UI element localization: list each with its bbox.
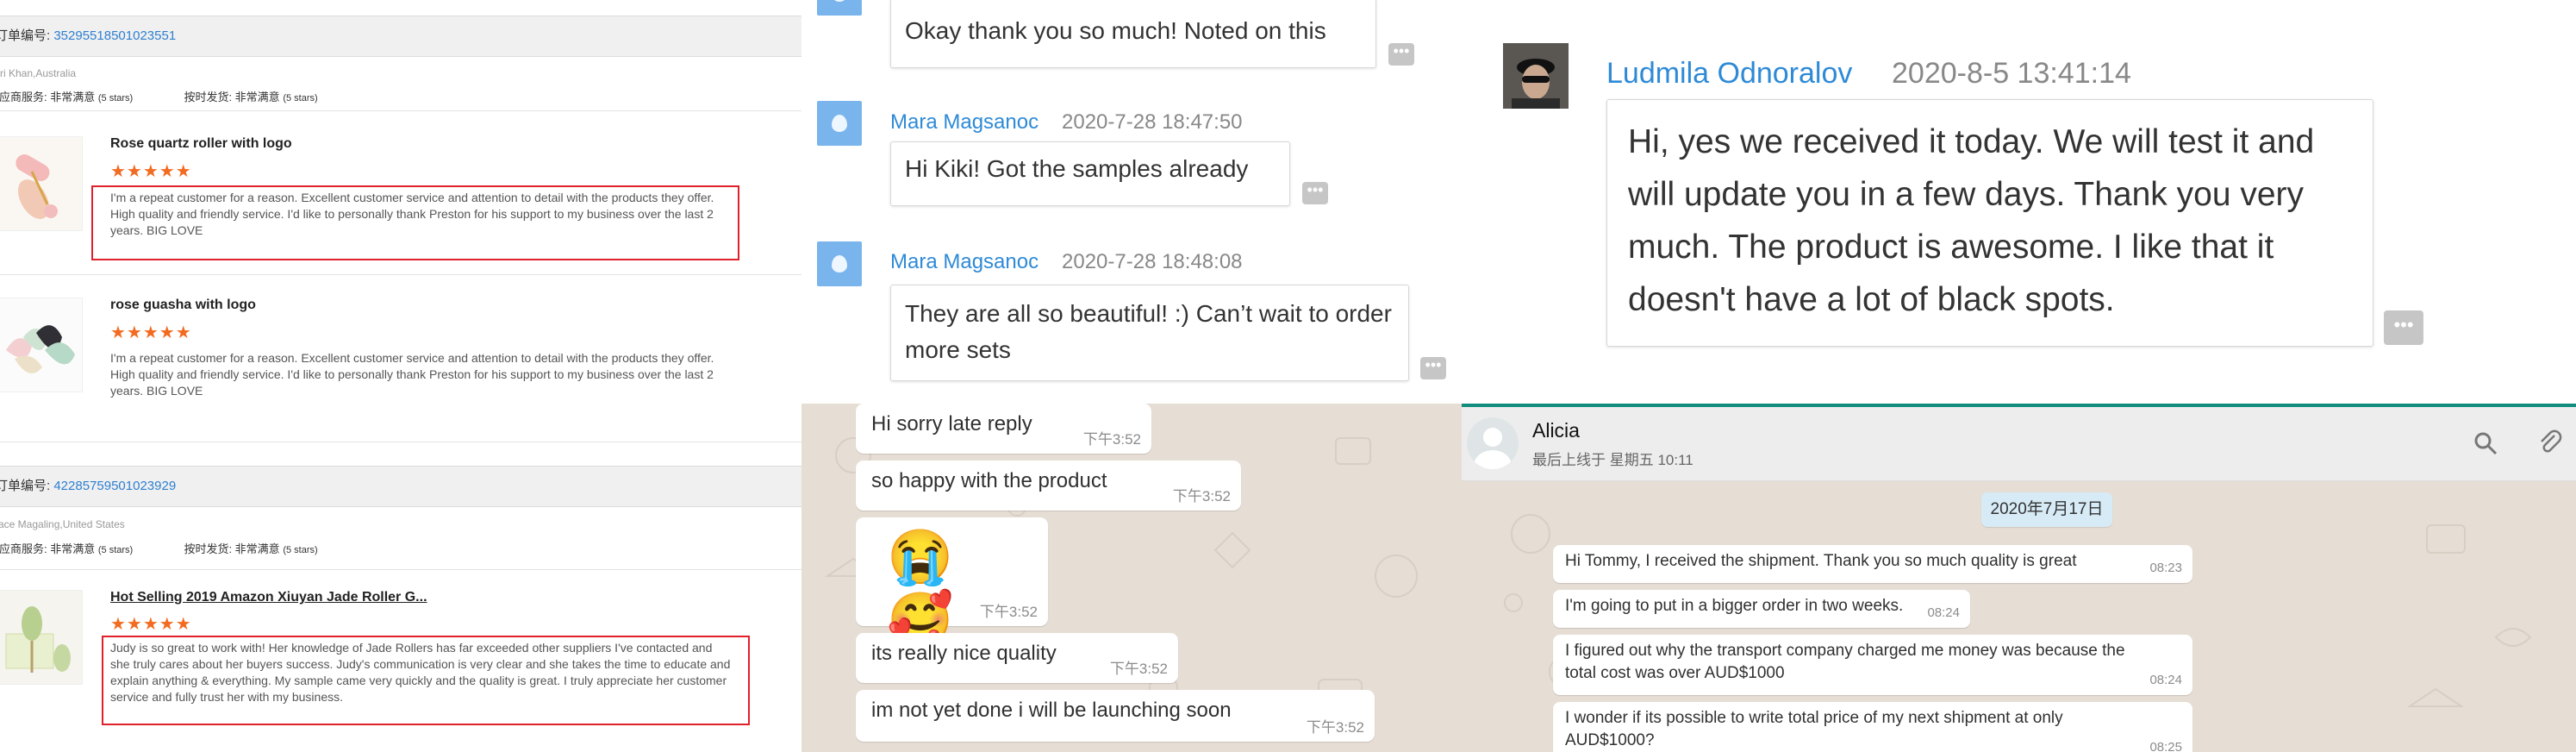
user-avatar-icon — [1503, 43, 1569, 109]
message-time: 08:24 — [2149, 673, 2182, 687]
delivery-label: 按时发货: 非常满意 — [184, 542, 280, 555]
order-number-link[interactable]: 42285759501023929 — [53, 479, 176, 493]
review-stars: ★★★★★ — [110, 162, 192, 181]
chat-message: Hi Kiki! Got the samples already — [890, 141, 1290, 206]
supplier-service-label: 供应商服务: 非常满意 — [0, 542, 96, 555]
contact-name[interactable]: Alicia — [1532, 419, 1580, 442]
date-chip: 2020年7月17日 — [1981, 492, 2112, 527]
order-header-1: 订单编号: 35295518501023551 — [0, 16, 801, 57]
review-stars: ★★★★★ — [110, 323, 192, 342]
message-time: 08:25 — [2149, 740, 2182, 752]
drop-avatar-icon — [817, 241, 862, 286]
alibaba-chat-panel-2: Ludmila Odnoralov 2020-8-5 13:41:14 Hi, … — [1462, 0, 2576, 404]
message-time: 08:23 — [2149, 561, 2182, 575]
message-text: I'm going to put in a bigger order in tw… — [1565, 597, 1904, 615]
message-text: I wonder if its possible to write total … — [1565, 709, 2063, 749]
buyer-name: race Magaling,United States — [0, 518, 125, 530]
message-time: 下午3:52 — [1082, 431, 1141, 448]
more-options-button[interactable]: ••• — [1388, 43, 1414, 66]
chat-message: I figured out why the transport company … — [1553, 635, 2192, 695]
chat-message: so happy with the product 下午3:52 — [856, 461, 1241, 511]
chat-message: Okay thank you so much! Noted on this — [890, 0, 1376, 68]
review-text: I'm a repeat customer for a reason. Exce… — [110, 351, 714, 398]
message-time: 2020-7-28 18:47:50 — [1062, 110, 1243, 134]
user-avatar-icon[interactable] — [1467, 417, 1519, 469]
order-label: 订单编号: — [0, 28, 51, 43]
sender-name[interactable]: Ludmila Odnoralov — [1606, 57, 1852, 91]
message-text: so happy with the product — [871, 469, 1107, 492]
chat-header: Alicia 最后上线于 星期五 10:11 — [1462, 407, 2576, 481]
message-time: 2020-8-5 13:41:14 — [1892, 57, 2131, 90]
delivery-stars: (5 stars) — [283, 545, 318, 555]
chat-message: They are all so beautiful! :) Can’t wait… — [890, 285, 1409, 381]
more-options-button[interactable]: ••• — [2384, 310, 2423, 345]
chat-message-emoji: 😭🥰 下午3:52 — [856, 517, 1048, 650]
whatsapp-chat-panel-2: Alicia 最后上线于 星期五 10:11 2020年7月17日 Hi Tom… — [1462, 404, 2576, 752]
message-text: im not yet done i will be launching soon — [871, 699, 1232, 722]
product-thumbnail-jade-roller[interactable] — [0, 590, 83, 685]
chat-message: Hi, yes we received it today. We will te… — [1606, 99, 2373, 347]
delivery-stars: (5 stars) — [283, 93, 318, 103]
message-time: 2020-7-28 18:48:08 — [1062, 250, 1243, 273]
order-reviews-panel: 订单编号: 35295518501023551 ri Khan,Australi… — [0, 0, 801, 752]
message-text: Hi Tommy, I received the shipment. Thank… — [1565, 552, 2077, 570]
chat-message: im not yet done i will be launching soon… — [856, 690, 1375, 742]
message-time: 下午3:52 — [1306, 719, 1364, 736]
product-title[interactable]: rose guasha with logo — [110, 298, 256, 313]
rating-row: 供应商服务: 非常满意 (5 stars) 按时发货: 非常满意 (5 star… — [0, 540, 318, 556]
more-options-button[interactable]: ••• — [1420, 357, 1446, 379]
chat-message: Hi Tommy, I received the shipment. Thank… — [1553, 545, 2192, 583]
chat-message: Hi sorry late reply 下午3:52 — [856, 404, 1151, 454]
product-thumbnail-guasha[interactable] — [0, 298, 83, 392]
order-header-2: 订单编号: 42285759501023929 — [0, 466, 801, 507]
message-time: 下午3:52 — [1172, 488, 1231, 504]
emoji-message: 😭🥰 — [887, 528, 954, 650]
more-options-button[interactable]: ••• — [1302, 182, 1328, 204]
product-title-link[interactable]: Hot Selling 2019 Amazon Xiuyan Jade Roll… — [110, 590, 427, 605]
sender-name[interactable]: Mara Magsanoc — [890, 250, 1039, 274]
paperclip-icon[interactable] — [2537, 429, 2563, 455]
message-time: 下午3:52 — [979, 604, 1038, 620]
product-thumbnail-roller[interactable] — [0, 136, 83, 231]
review-text: I'm a repeat customer for a reason. Exce… — [110, 191, 714, 237]
chat-message: I'm going to put in a bigger order in tw… — [1553, 590, 1970, 628]
supplier-service-label: 供应商服务: 非常满意 — [0, 91, 96, 103]
chat-message: I wonder if its possible to write total … — [1553, 702, 2192, 752]
supplier-service-stars: (5 stars) — [97, 545, 134, 555]
review-stars: ★★★★★ — [110, 615, 192, 634]
whatsapp-chat-panel-1: Hi sorry late reply 下午3:52 so happy with… — [801, 404, 1462, 752]
rating-row: 供应商服务: 非常满意 (5 stars) 按时发货: 非常满意 (5 star… — [0, 88, 318, 104]
supplier-service-stars: (5 stars) — [97, 93, 134, 103]
alibaba-chat-panel-1: Okay thank you so much! Noted on this ••… — [801, 0, 1462, 404]
message-text: I figured out why the transport company … — [1565, 642, 2125, 682]
sender-name[interactable]: Mara Magsanoc — [890, 110, 1039, 135]
order-label: 订单编号: — [0, 479, 51, 493]
order-number-link[interactable]: 35295518501023551 — [53, 28, 176, 43]
review-text: Judy is so great to work with! Her knowl… — [110, 641, 731, 704]
product-title[interactable]: Rose quartz roller with logo — [110, 136, 292, 152]
message-text: its really nice quality — [871, 642, 1057, 665]
delivery-label: 按时发货: 非常满意 — [184, 91, 280, 103]
message-text: Hi sorry late reply — [871, 412, 1032, 436]
buyer-name: ri Khan,Australia — [0, 67, 77, 79]
message-time: 下午3:52 — [1109, 661, 1168, 677]
chat-message: its really nice quality 下午3:52 — [856, 633, 1178, 683]
drop-avatar-icon — [817, 101, 862, 146]
drop-avatar-icon — [817, 0, 862, 16]
last-seen-status: 最后上线于 星期五 10:11 — [1532, 452, 1693, 468]
search-icon[interactable] — [2473, 431, 2498, 455]
message-time: 08:24 — [1927, 605, 1960, 620]
